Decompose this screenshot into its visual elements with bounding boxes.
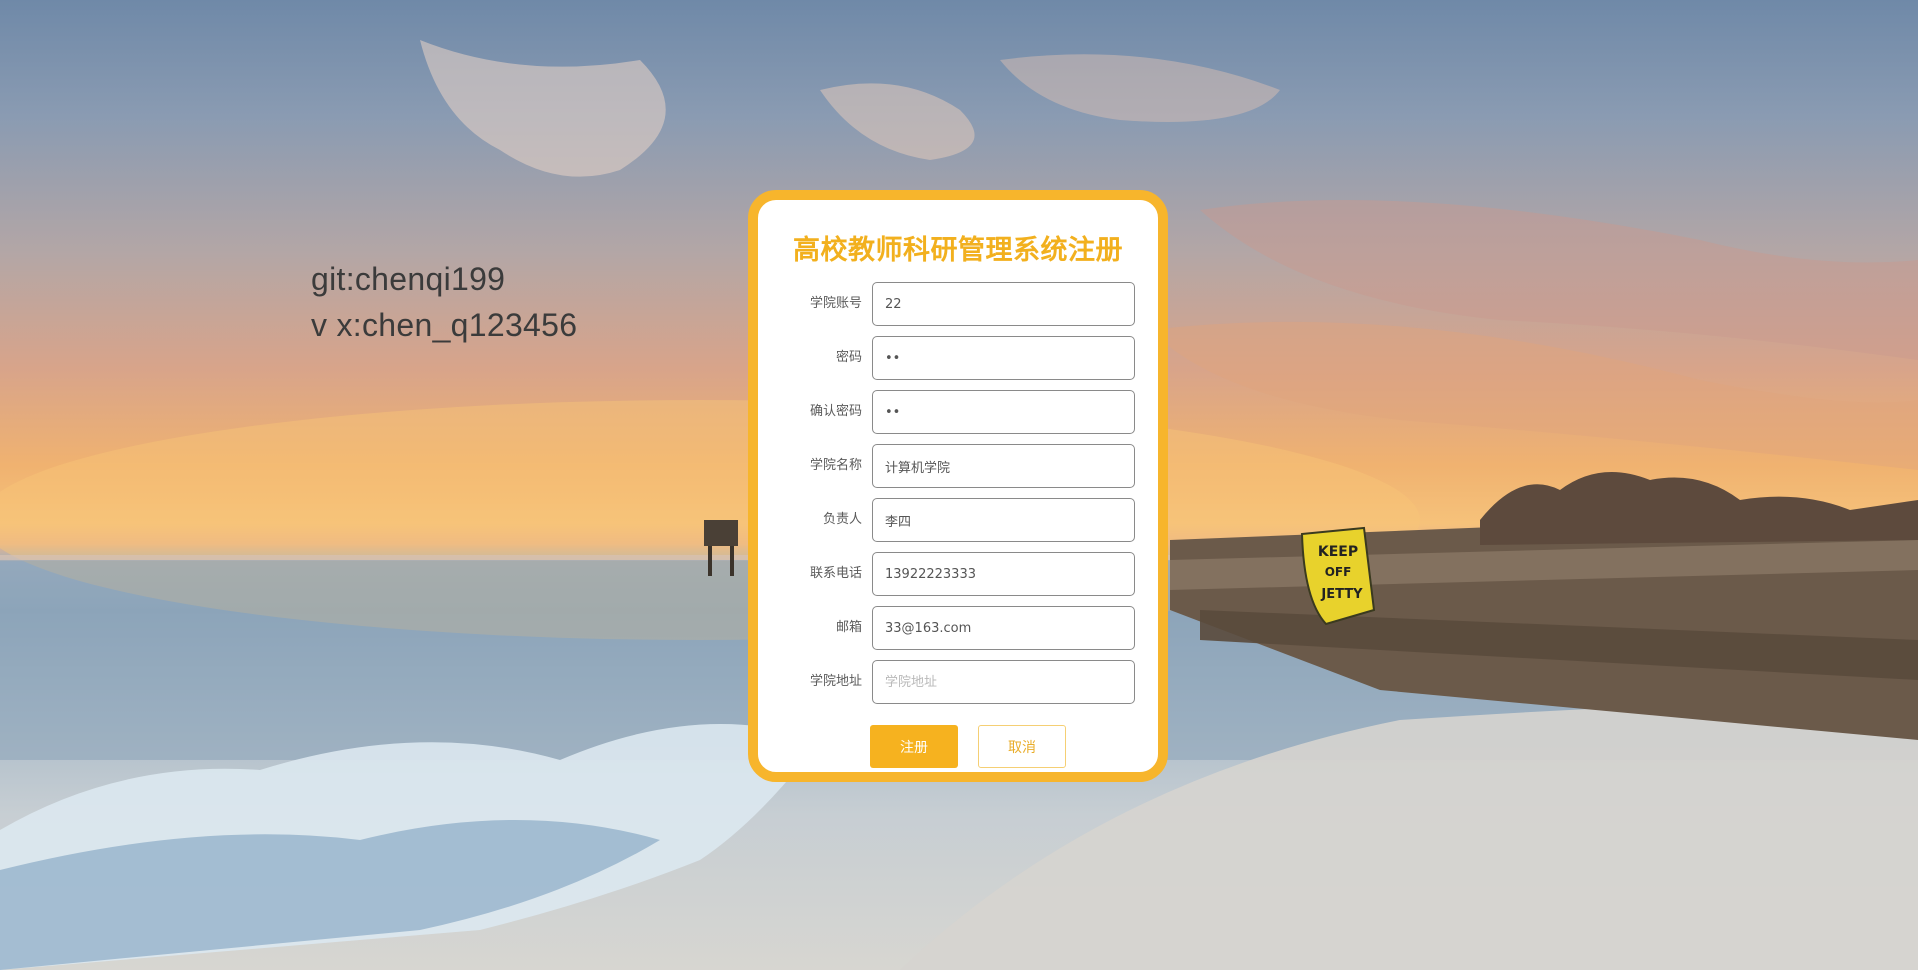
form-row-password: 密码 [758,336,1158,380]
form-row-manager: 负责人 [758,498,1158,542]
form-row-address: 学院地址 [758,660,1158,704]
confirm-password-input[interactable] [872,390,1135,434]
field-label: 密码 [835,350,862,365]
watermark-text: git:chenqi199 v x:chen_q123456 [311,256,577,348]
field-label: 学院地址 [809,674,862,689]
form-row-email: 邮箱 [758,606,1158,650]
account-input[interactable] [872,282,1135,326]
college-name-input[interactable] [872,444,1135,488]
form-row-college-name: 学院名称 [758,444,1158,488]
phone-input[interactable] [872,552,1135,596]
cloud [820,83,975,160]
watermark-line: v x:chen_q123456 [311,307,578,343]
email-input[interactable] [872,606,1135,650]
field-label: 负责人 [822,512,862,527]
watermark-line: git:chenqi199 [311,261,506,297]
sign-text: JETTY [1320,587,1363,602]
sign-text: KEEP [1318,544,1358,560]
form-row-phone: 联系电话 [758,552,1158,596]
rocks [1480,472,1918,545]
pier-post [730,546,734,576]
sign-text: OFF [1325,565,1352,579]
field-label: 确认密码 [809,404,862,419]
page-title: 高校教师科研管理系统注册 [793,235,1123,266]
field-label: 学院账号 [809,296,862,311]
field-label: 联系电话 [809,566,862,581]
address-input[interactable] [872,660,1135,704]
form-row-confirm-password: 确认密码 [758,390,1158,434]
manager-input[interactable] [872,498,1135,542]
pier-sign [704,520,738,546]
cloud [420,40,666,177]
cloud [1000,54,1280,122]
password-input[interactable] [872,336,1135,380]
pier-post [708,546,712,576]
register-card: 高校教师科研管理系统注册 学院账号 密码 确认密码 学院名称 负责人 联系电话 … [748,190,1168,782]
register-button[interactable]: 注册 [870,725,958,768]
cancel-button[interactable]: 取消 [978,725,1066,768]
field-label: 学院名称 [809,458,862,473]
field-label: 邮箱 [835,620,862,635]
form-row-account: 学院账号 [758,282,1158,326]
